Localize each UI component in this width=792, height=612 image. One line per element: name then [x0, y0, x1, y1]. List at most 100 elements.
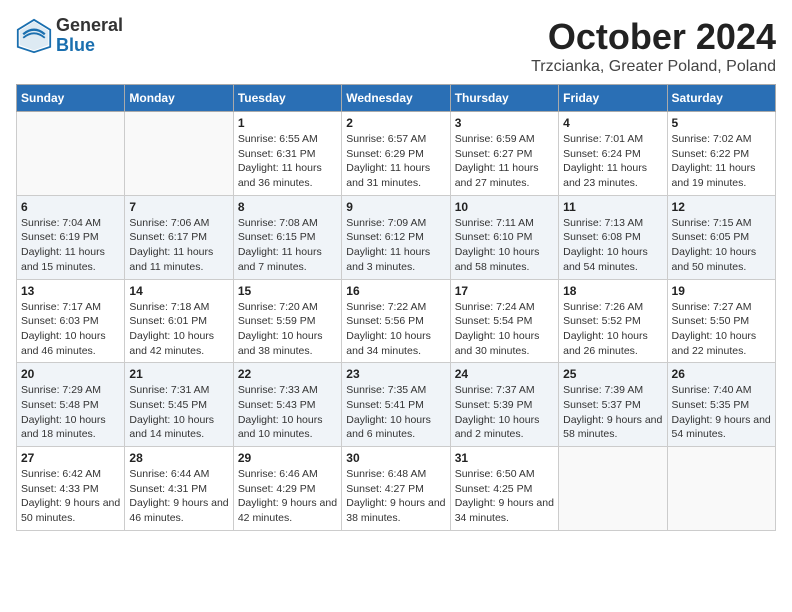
day-number: 6	[21, 200, 120, 214]
calendar-cell: 27 Sunrise: 6:42 AMSunset: 4:33 PMDayligh…	[17, 447, 125, 531]
day-detail: Sunrise: 7:37 AMSunset: 5:39 PMDaylight:…	[455, 383, 554, 442]
day-detail: Sunrise: 7:01 AMSunset: 6:24 PMDaylight:…	[563, 132, 662, 191]
day-number: 14	[129, 284, 228, 298]
calendar-cell: 6 Sunrise: 7:04 AMSunset: 6:19 PMDaylight…	[17, 195, 125, 279]
day-number: 23	[346, 367, 445, 381]
day-number: 16	[346, 284, 445, 298]
day-header-friday: Friday	[559, 85, 667, 112]
day-number: 11	[563, 200, 662, 214]
day-number: 5	[672, 116, 771, 130]
day-number: 26	[672, 367, 771, 381]
day-detail: Sunrise: 7:40 AMSunset: 5:35 PMDaylight:…	[672, 383, 771, 442]
calendar-week-row: 27 Sunrise: 6:42 AMSunset: 4:33 PMDayligh…	[17, 447, 776, 531]
day-detail: Sunrise: 7:02 AMSunset: 6:22 PMDaylight:…	[672, 132, 771, 191]
day-detail: Sunrise: 7:20 AMSunset: 5:59 PMDaylight:…	[238, 300, 337, 359]
day-number: 15	[238, 284, 337, 298]
calendar-cell: 2Sunrise: 6:57 AMSunset: 6:29 PMDaylight…	[342, 112, 450, 196]
day-header-wednesday: Wednesday	[342, 85, 450, 112]
month-title: October 2024	[531, 16, 776, 58]
calendar-cell: 21 Sunrise: 7:31 AMSunset: 5:45 PMDayligh…	[125, 363, 233, 447]
day-number: 10	[455, 200, 554, 214]
calendar-cell: 30 Sunrise: 6:48 AMSunset: 4:27 PMDayligh…	[342, 447, 450, 531]
day-number: 19	[672, 284, 771, 298]
day-number: 9	[346, 200, 445, 214]
day-detail: Sunrise: 6:46 AMSunset: 4:29 PMDaylight:…	[238, 467, 337, 526]
day-detail: Sunrise: 7:08 AMSunset: 6:15 PMDaylight:…	[238, 216, 337, 275]
calendar-cell: 18Sunrise: 7:26 AMSunset: 5:52 PMDayligh…	[559, 279, 667, 363]
calendar-cell: 16 Sunrise: 7:22 AMSunset: 5:56 PMDayligh…	[342, 279, 450, 363]
day-detail: Sunrise: 7:24 AMSunset: 5:54 PMDaylight:…	[455, 300, 554, 359]
calendar-cell: 22 Sunrise: 7:33 AMSunset: 5:43 PMDayligh…	[233, 363, 341, 447]
calendar-week-row: 20Sunrise: 7:29 AMSunset: 5:48 PMDayligh…	[17, 363, 776, 447]
day-detail: Sunrise: 7:22 AMSunset: 5:56 PMDaylight:…	[346, 300, 445, 359]
day-number: 21	[129, 367, 228, 381]
day-detail: Sunrise: 7:04 AMSunset: 6:19 PMDaylight:…	[21, 216, 120, 275]
calendar-cell: 15 Sunrise: 7:20 AMSunset: 5:59 PMDayligh…	[233, 279, 341, 363]
day-number: 24	[455, 367, 554, 381]
day-detail: Sunrise: 7:35 AMSunset: 5:41 PMDaylight:…	[346, 383, 445, 442]
day-header-saturday: Saturday	[667, 85, 775, 112]
calendar-cell: 1 Sunrise: 6:55 AMSunset: 6:31 PMDaylight…	[233, 112, 341, 196]
day-number: 2	[346, 116, 445, 130]
day-detail: Sunrise: 6:59 AMSunset: 6:27 PMDaylight:…	[455, 132, 554, 191]
calendar-cell	[667, 447, 775, 531]
location: Trzcianka, Greater Poland, Poland	[531, 58, 776, 76]
calendar-cell: 9 Sunrise: 7:09 AMSunset: 6:12 PMDaylight…	[342, 195, 450, 279]
day-detail: Sunrise: 7:31 AMSunset: 5:45 PMDaylight:…	[129, 383, 228, 442]
page-header: General Blue October 2024 Trzcianka, Gre…	[16, 16, 776, 76]
logo-icon	[16, 18, 52, 54]
day-number: 3	[455, 116, 554, 130]
day-number: 29	[238, 451, 337, 465]
day-detail: Sunrise: 7:13 AMSunset: 6:08 PMDaylight:…	[563, 216, 662, 275]
calendar-cell: 24 Sunrise: 7:37 AMSunset: 5:39 PMDayligh…	[450, 363, 558, 447]
day-detail: Sunrise: 6:44 AMSunset: 4:31 PMDaylight:…	[129, 467, 228, 526]
day-number: 28	[129, 451, 228, 465]
day-detail: Sunrise: 7:15 AMSunset: 6:05 PMDaylight:…	[672, 216, 771, 275]
day-detail: Sunrise: 7:29 AMSunset: 5:48 PMDaylight:…	[21, 383, 120, 442]
logo: General Blue	[16, 16, 123, 56]
day-detail: Sunrise: 7:39 AMSunset: 5:37 PMDaylight:…	[563, 383, 662, 442]
day-number: 18	[563, 284, 662, 298]
day-detail: Sunrise: 6:48 AMSunset: 4:27 PMDaylight:…	[346, 467, 445, 526]
calendar-cell: 29 Sunrise: 6:46 AMSunset: 4:29 PMDayligh…	[233, 447, 341, 531]
calendar-table: SundayMondayTuesdayWednesdayThursdayFrid…	[16, 84, 776, 531]
calendar-cell: 26 Sunrise: 7:40 AMSunset: 5:35 PMDayligh…	[667, 363, 775, 447]
calendar-cell	[17, 112, 125, 196]
calendar-cell: 23 Sunrise: 7:35 AMSunset: 5:41 PMDayligh…	[342, 363, 450, 447]
day-header-monday: Monday	[125, 85, 233, 112]
calendar-cell: 12 Sunrise: 7:15 AMSunset: 6:05 PMDayligh…	[667, 195, 775, 279]
day-number: 30	[346, 451, 445, 465]
calendar-cell: 5 Sunrise: 7:02 AMSunset: 6:22 PMDaylight…	[667, 112, 775, 196]
day-detail: Sunrise: 6:55 AMSunset: 6:31 PMDaylight:…	[238, 132, 337, 191]
day-number: 8	[238, 200, 337, 214]
calendar-cell: 28 Sunrise: 6:44 AMSunset: 4:31 PMDayligh…	[125, 447, 233, 531]
calendar-cell	[125, 112, 233, 196]
calendar-cell: 13Sunrise: 7:17 AMSunset: 6:03 PMDayligh…	[17, 279, 125, 363]
day-number: 7	[129, 200, 228, 214]
calendar-week-row: 1 Sunrise: 6:55 AMSunset: 6:31 PMDaylight…	[17, 112, 776, 196]
day-number: 13	[21, 284, 120, 298]
calendar-header-row: SundayMondayTuesdayWednesdayThursdayFrid…	[17, 85, 776, 112]
day-header-thursday: Thursday	[450, 85, 558, 112]
logo-text: General Blue	[56, 16, 123, 56]
day-number: 12	[672, 200, 771, 214]
day-detail: Sunrise: 6:42 AMSunset: 4:33 PMDaylight:…	[21, 467, 120, 526]
day-number: 25	[563, 367, 662, 381]
logo-general: General	[56, 16, 123, 36]
calendar-cell: 11 Sunrise: 7:13 AMSunset: 6:08 PMDayligh…	[559, 195, 667, 279]
calendar-cell	[559, 447, 667, 531]
day-detail: Sunrise: 7:18 AMSunset: 6:01 PMDaylight:…	[129, 300, 228, 359]
title-block: October 2024 Trzcianka, Greater Poland, …	[531, 16, 776, 76]
day-detail: Sunrise: 7:09 AMSunset: 6:12 PMDaylight:…	[346, 216, 445, 275]
calendar-week-row: 6 Sunrise: 7:04 AMSunset: 6:19 PMDaylight…	[17, 195, 776, 279]
calendar-cell: 8 Sunrise: 7:08 AMSunset: 6:15 PMDaylight…	[233, 195, 341, 279]
day-number: 1	[238, 116, 337, 130]
day-number: 17	[455, 284, 554, 298]
calendar-cell: 3 Sunrise: 6:59 AMSunset: 6:27 PMDaylight…	[450, 112, 558, 196]
day-number: 27	[21, 451, 120, 465]
day-number: 22	[238, 367, 337, 381]
calendar-cell: 7Sunrise: 7:06 AMSunset: 6:17 PMDaylight…	[125, 195, 233, 279]
day-detail: Sunrise: 7:33 AMSunset: 5:43 PMDaylight:…	[238, 383, 337, 442]
calendar-cell: 31Sunrise: 6:50 AMSunset: 4:25 PMDayligh…	[450, 447, 558, 531]
day-header-tuesday: Tuesday	[233, 85, 341, 112]
